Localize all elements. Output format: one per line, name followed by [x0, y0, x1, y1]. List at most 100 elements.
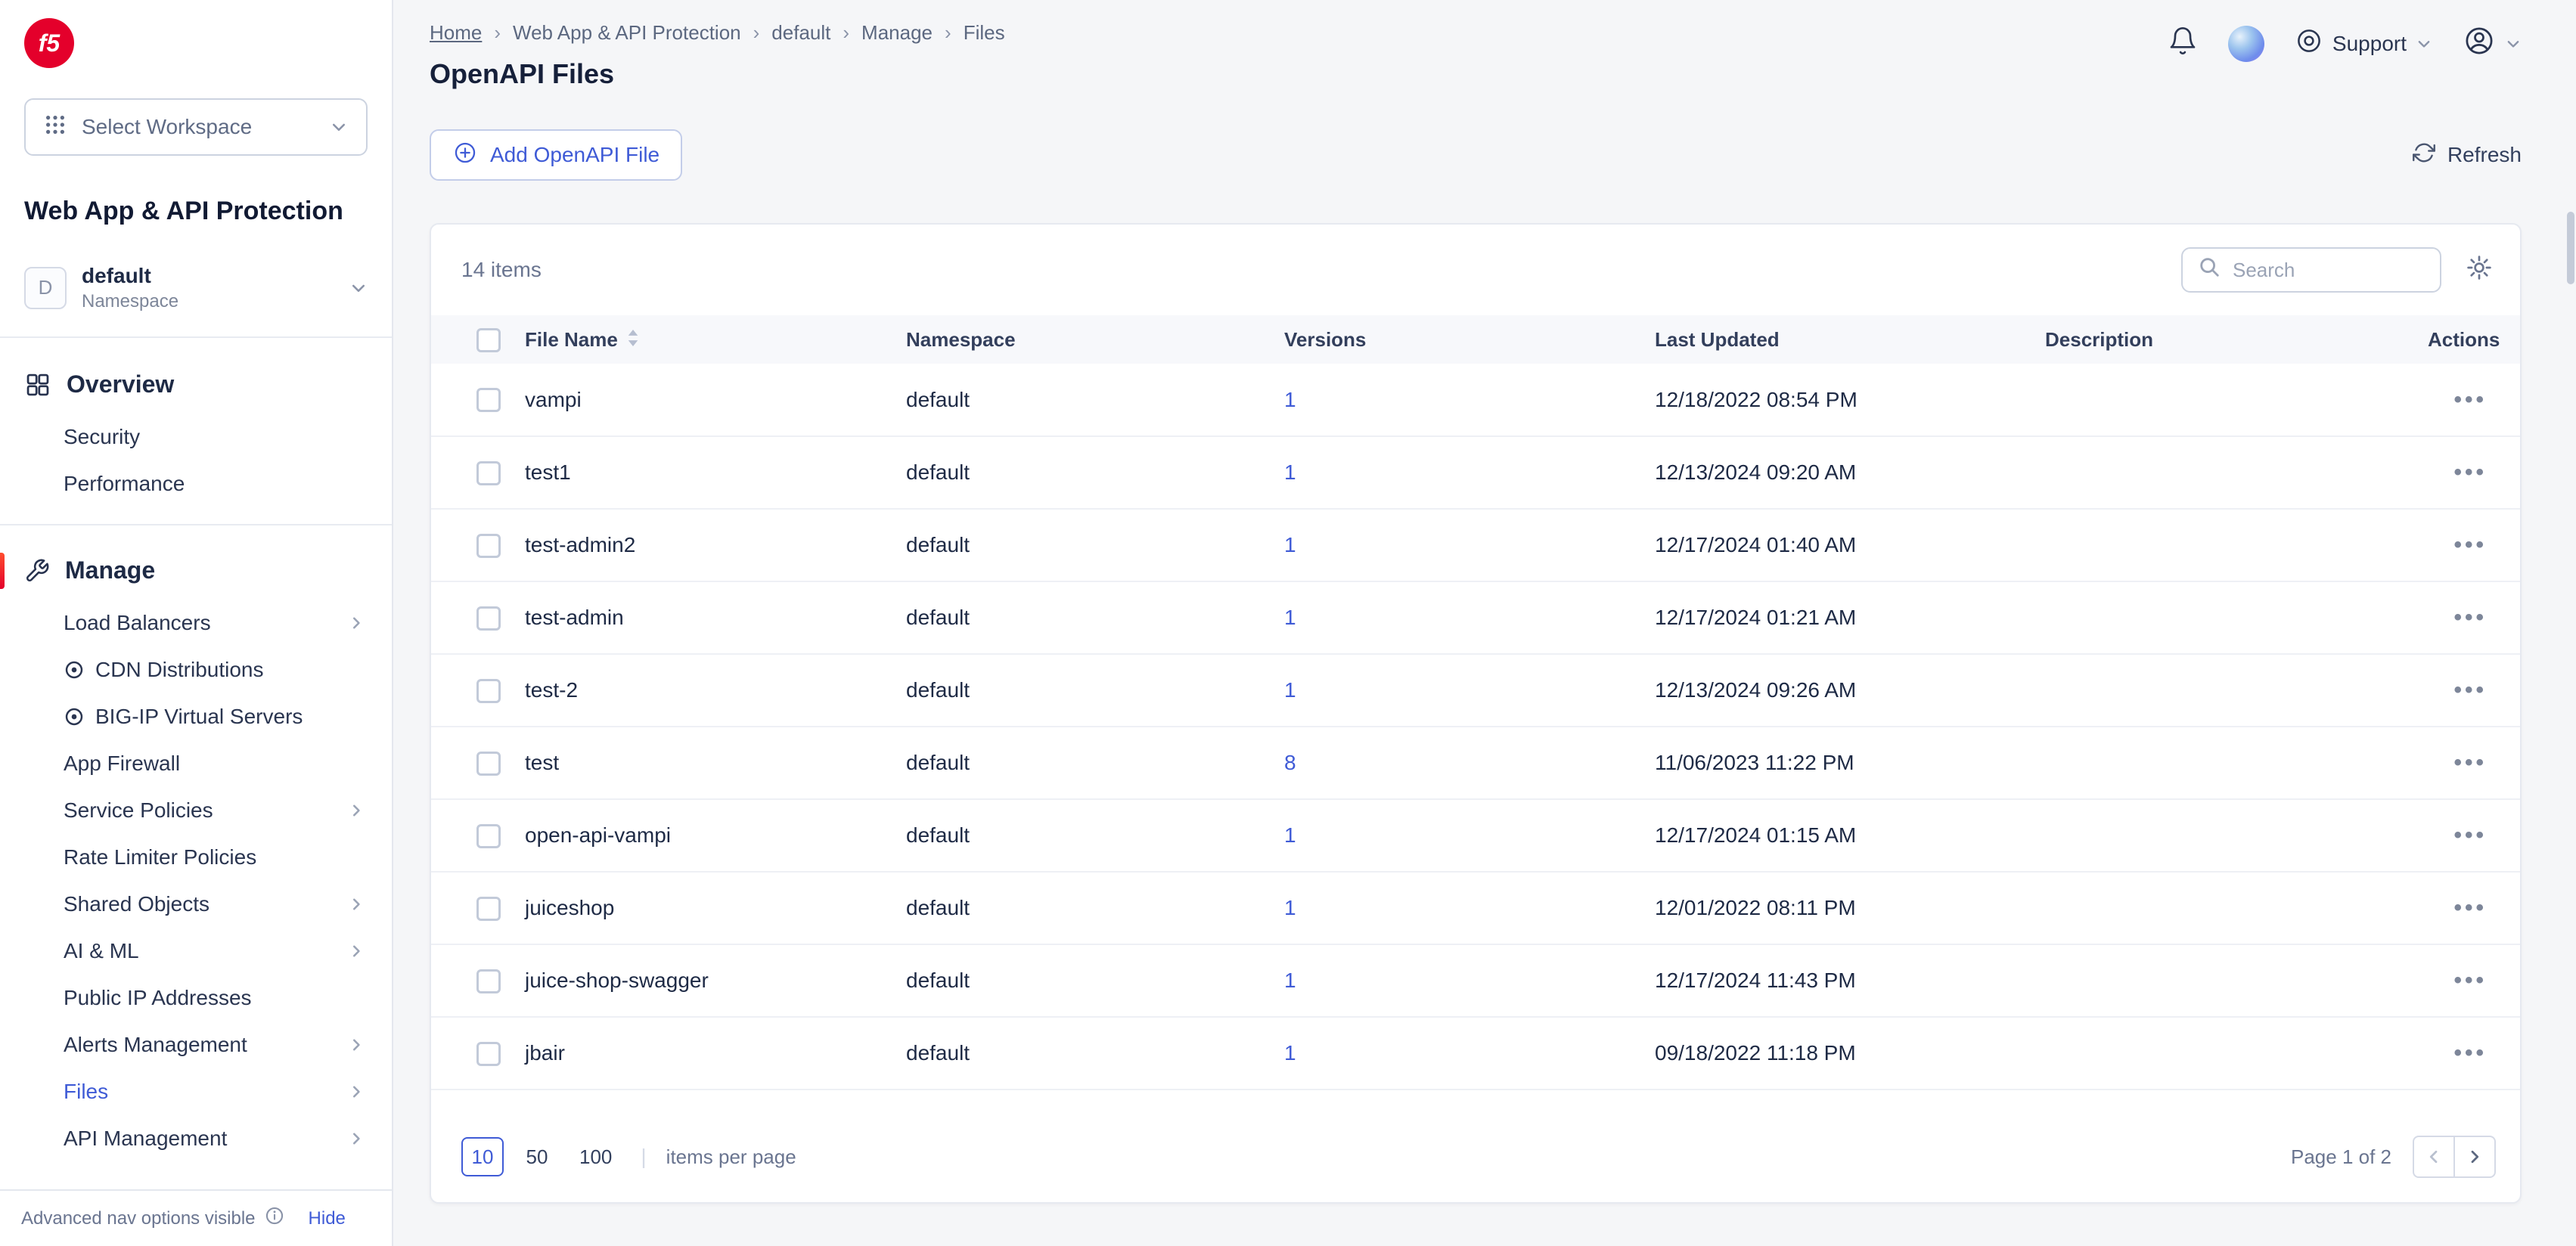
row-actions-menu[interactable]: ••• — [2453, 823, 2487, 848]
versions-link[interactable]: 1 — [1284, 460, 1296, 484]
previous-page-button[interactable] — [2413, 1136, 2455, 1178]
row-actions-menu[interactable]: ••• — [2453, 895, 2487, 920]
sidebar-item-performance[interactable]: Performance — [0, 460, 392, 507]
cell-file-name: test-2 — [525, 654, 906, 727]
page-size-100[interactable]: 100 — [570, 1137, 621, 1176]
bigip-virtual-servers-icon — [64, 706, 85, 727]
page-size-10[interactable]: 10 — [461, 1137, 504, 1176]
versions-link[interactable]: 1 — [1284, 969, 1296, 992]
row-actions-menu[interactable]: ••• — [2453, 750, 2487, 775]
row-actions-menu[interactable]: ••• — [2453, 677, 2487, 702]
chevron-down-icon — [349, 279, 368, 297]
sidebar-item-load-balancers[interactable]: Load Balancers — [0, 600, 392, 646]
sidebar-item-files[interactable]: Files — [0, 1068, 392, 1115]
row-checkbox[interactable] — [476, 388, 501, 412]
cell-last-updated: 09/18/2022 11:18 PM — [1655, 1017, 2045, 1089]
cell-last-updated: 12/17/2024 01:21 AM — [1655, 581, 2045, 654]
row-actions-menu[interactable]: ••• — [2453, 1040, 2487, 1065]
sidebar-divider — [0, 524, 392, 525]
add-openapi-file-button[interactable]: Add OpenAPI File — [430, 129, 682, 181]
row-checkbox[interactable] — [476, 461, 501, 485]
notifications-bell-button[interactable] — [2168, 26, 2198, 61]
cell-last-updated: 12/17/2024 01:15 AM — [1655, 799, 2045, 872]
row-checkbox[interactable] — [476, 752, 501, 776]
row-checkbox[interactable] — [476, 824, 501, 848]
cell-description — [2045, 654, 2428, 727]
namespace-selector[interactable]: D default Namespace — [0, 252, 392, 338]
column-header-file-name[interactable]: File Name — [525, 315, 906, 364]
workspace-title: Web App & API Protection — [24, 195, 368, 228]
row-checkbox[interactable] — [476, 534, 501, 558]
versions-link[interactable]: 1 — [1284, 896, 1296, 919]
wrench-icon — [24, 558, 50, 584]
info-icon — [265, 1206, 284, 1231]
row-actions-menu[interactable]: ••• — [2453, 460, 2487, 485]
table-toolbar: 14 items — [431, 225, 2520, 315]
cell-description — [2045, 364, 2428, 436]
support-menu[interactable]: Support — [2295, 26, 2432, 60]
sidebar-item-service-policies[interactable]: Service Policies — [0, 787, 392, 834]
sidebar-item-big-ip-virtual-servers[interactable]: BIG-IP Virtual Servers — [0, 693, 392, 740]
page-size-50[interactable]: 50 — [516, 1137, 558, 1176]
versions-link[interactable]: 1 — [1284, 823, 1296, 847]
table-settings-button[interactable] — [2466, 254, 2493, 287]
breadcrumb-web-app-api-protection[interactable]: Web App & API Protection — [513, 21, 741, 45]
sidebar-item-label: AI & ML — [64, 939, 139, 963]
account-menu[interactable] — [2463, 24, 2522, 63]
sidebar-item-shared-objects[interactable]: Shared Objects — [0, 881, 392, 928]
hide-advanced-nav-link[interactable]: Hide — [309, 1208, 346, 1229]
refresh-button[interactable]: Refresh — [2413, 141, 2522, 169]
row-checkbox[interactable] — [476, 1042, 501, 1066]
row-checkbox[interactable] — [476, 679, 501, 703]
row-checkbox[interactable] — [476, 897, 501, 921]
versions-link[interactable]: 1 — [1284, 678, 1296, 702]
row-actions-menu[interactable]: ••• — [2453, 387, 2487, 412]
breadcrumb-separator: › — [945, 21, 951, 45]
chevron-right-icon — [348, 802, 365, 819]
sidebar-item-label: Rate Limiter Policies — [64, 845, 256, 869]
cell-last-updated: 12/18/2022 08:54 PM — [1655, 364, 2045, 436]
page-title: OpenAPI Files — [430, 58, 1005, 90]
row-actions-menu[interactable]: ••• — [2453, 532, 2487, 557]
sidebar-item-ai-ml[interactable]: AI & ML — [0, 928, 392, 975]
versions-link[interactable]: 1 — [1284, 1041, 1296, 1065]
next-page-button[interactable] — [2453, 1136, 2496, 1178]
user-avatar[interactable] — [2228, 26, 2264, 62]
sidebar-item-api-management[interactable]: API Management — [0, 1115, 392, 1162]
row-actions-menu[interactable]: ••• — [2453, 968, 2487, 993]
row-actions-menu[interactable]: ••• — [2453, 605, 2487, 630]
row-checkbox[interactable] — [476, 606, 501, 631]
select-all-checkbox[interactable] — [476, 328, 501, 352]
cell-description — [2045, 436, 2428, 509]
gear-icon — [2466, 254, 2493, 287]
sidebar-item-security[interactable]: Security — [0, 414, 392, 460]
sidebar-item-public-ip-addresses[interactable]: Public IP Addresses — [0, 975, 392, 1021]
sidebar-item-overview[interactable]: Overview — [0, 356, 392, 414]
sidebar-item-label: Alerts Management — [64, 1033, 247, 1057]
row-checkbox[interactable] — [476, 969, 501, 993]
cell-description — [2045, 799, 2428, 872]
cell-namespace: default — [906, 799, 1284, 872]
breadcrumb-home[interactable]: Home — [430, 21, 482, 45]
scrollbar-thumb[interactable] — [2567, 212, 2574, 284]
sidebar-item-rate-limiter-policies[interactable]: Rate Limiter Policies — [0, 834, 392, 881]
sidebar-item-label: BIG-IP Virtual Servers — [95, 705, 303, 729]
f5-logo[interactable]: f5 — [24, 18, 74, 68]
breadcrumb-manage[interactable]: Manage — [861, 21, 933, 45]
sidebar-item-manage[interactable]: Manage — [0, 542, 392, 600]
sidebar-item-app-firewall[interactable]: App Firewall — [0, 740, 392, 787]
chevron-right-icon — [348, 615, 365, 631]
versions-link[interactable]: 1 — [1284, 606, 1296, 629]
sidebar-item-alerts-management[interactable]: Alerts Management — [0, 1021, 392, 1068]
versions-link[interactable]: 1 — [1284, 533, 1296, 556]
bell-icon — [2168, 26, 2198, 61]
page-size-divider: | — [641, 1145, 646, 1169]
versions-link[interactable]: 1 — [1284, 388, 1296, 411]
items-count: 14 items — [461, 258, 542, 282]
breadcrumb-default[interactable]: default — [771, 21, 830, 45]
search-input[interactable] — [2233, 259, 2425, 282]
sidebar-item-cdn-distributions[interactable]: CDN Distributions — [0, 646, 392, 693]
versions-link[interactable]: 8 — [1284, 751, 1296, 774]
header-actions: Support — [2168, 15, 2522, 63]
workspace-selector[interactable]: Select Workspace — [24, 98, 368, 156]
